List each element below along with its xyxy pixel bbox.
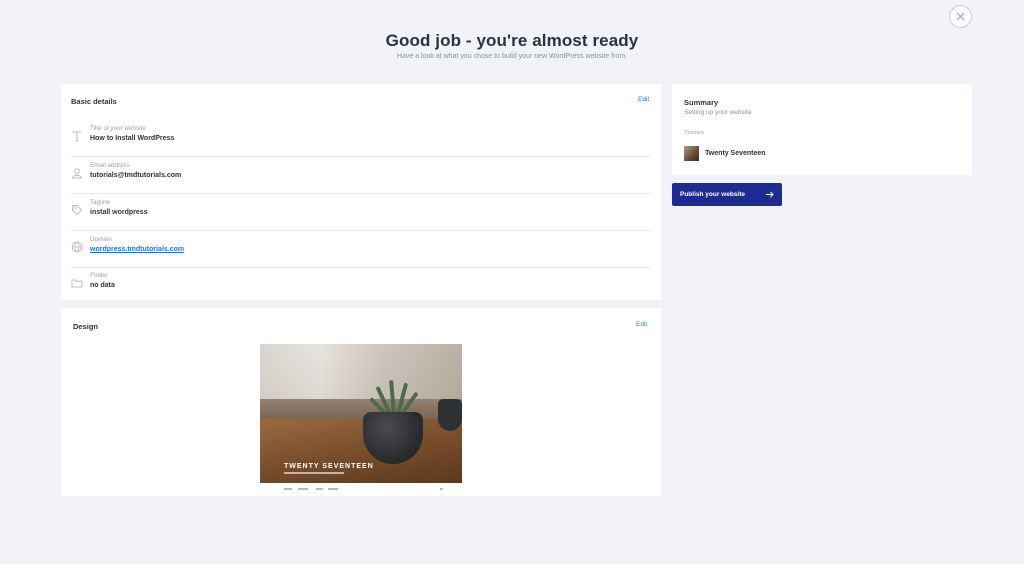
preview-hero-image: TWENTY SEVENTEEN xyxy=(260,344,462,483)
detail-value: install wordpress xyxy=(90,209,148,216)
detail-value: How to Install WordPress xyxy=(90,135,175,142)
detail-row-email: Email address tutorials@tmdtutorials.com xyxy=(71,157,651,194)
preview-side-plant xyxy=(438,399,462,431)
design-edit-link[interactable]: Edit xyxy=(636,321,647,328)
detail-value: tutorials@tmdtutorials.com xyxy=(90,172,182,179)
user-icon xyxy=(71,168,83,179)
summary-title: Summary xyxy=(684,98,719,107)
theme-preview: TWENTY SEVENTEEN xyxy=(260,344,462,496)
detail-row-tagline: Tagline install wordpress xyxy=(71,194,651,231)
theme-name: Twenty Seventeen xyxy=(705,150,766,157)
summary-card: Summary Setting up your website Themes T… xyxy=(672,84,972,175)
page-header: Good job - you're almost ready Have a lo… xyxy=(0,31,1024,60)
page-subtitle: Have a look at what you chose to build y… xyxy=(396,53,628,60)
globe-icon xyxy=(71,241,83,253)
themes-label: Themes xyxy=(684,130,704,136)
detail-label: Email address xyxy=(90,162,130,169)
preview-window-light xyxy=(260,344,462,399)
publish-website-button[interactable]: Publish your website xyxy=(672,183,782,206)
folder-icon xyxy=(71,279,83,288)
basic-details-edit-link[interactable]: Edit xyxy=(638,96,649,103)
publish-button-label: Publish your website xyxy=(680,191,746,198)
tag-icon xyxy=(72,205,83,216)
domain-link[interactable]: wordpress.tmdtutorials.com xyxy=(90,246,184,253)
basic-details-title: Basic details xyxy=(71,97,117,106)
preview-site-tagline xyxy=(284,472,344,474)
close-button[interactable] xyxy=(949,5,972,28)
detail-row-domain: Domain wordpress.tmdtutorials.com xyxy=(71,231,651,268)
detail-label: Title of your website xyxy=(90,125,146,132)
theme-thumbnail xyxy=(684,146,699,161)
design-title: Design xyxy=(73,322,99,331)
summary-subtitle: Setting up your website xyxy=(684,109,752,116)
preview-nav-item xyxy=(298,488,308,490)
text-icon xyxy=(72,131,82,142)
detail-label: Folder xyxy=(90,272,108,279)
basic-details-card: Basic details Edit Title of your website… xyxy=(61,84,661,300)
preview-site-title: TWENTY SEVENTEEN xyxy=(284,463,374,470)
detail-value: no data xyxy=(90,282,115,289)
preview-nav-item xyxy=(284,488,292,490)
preview-nav-item xyxy=(328,488,338,490)
preview-nav-bar xyxy=(260,483,462,496)
close-icon xyxy=(956,12,965,21)
detail-row-folder: Folder no data xyxy=(71,267,651,304)
detail-row-title: Title of your website How to Install Wor… xyxy=(71,120,651,157)
preview-nav-icon xyxy=(440,488,443,490)
detail-label: Domain xyxy=(90,236,112,243)
design-card: Design Edit TWENTY SEVENTEEN xyxy=(61,308,661,496)
arrow-right-icon xyxy=(765,191,774,198)
detail-label: Tagline xyxy=(90,199,110,206)
page-title: Good job - you're almost ready xyxy=(385,31,639,50)
preview-nav-item xyxy=(316,488,323,490)
